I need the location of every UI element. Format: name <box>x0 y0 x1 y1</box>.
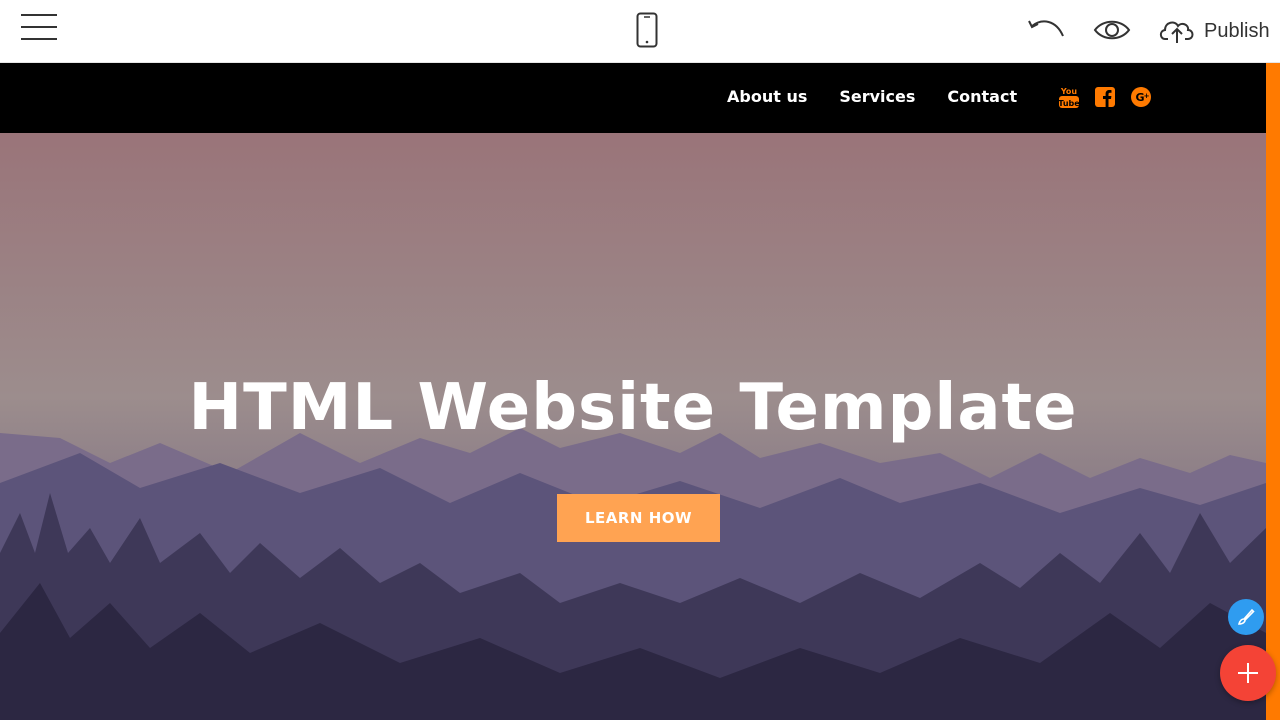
google-plus-icon[interactable]: G + <box>1130 85 1152 109</box>
add-block-button[interactable] <box>1220 645 1276 701</box>
editor-toolbar: Publish <box>0 0 1280 63</box>
publish-button[interactable]: Publish <box>1158 12 1270 50</box>
learn-how-button[interactable]: LEARN HOW <box>557 494 720 542</box>
cloud-upload-icon <box>1158 13 1196 49</box>
editor-side-rail <box>1266 63 1280 720</box>
menu-icon[interactable] <box>21 14 57 44</box>
eye-icon[interactable] <box>1093 14 1131 46</box>
hero-title: HTML Website Template <box>188 371 1078 445</box>
svg-text:Tube: Tube <box>1058 99 1080 108</box>
publish-label: Publish <box>1204 19 1270 42</box>
brush-icon <box>1237 608 1255 625</box>
site-canvas: About us Services Contact You Tube G + H… <box>0 63 1266 720</box>
mobile-device-icon[interactable] <box>636 12 658 48</box>
facebook-icon[interactable] <box>1094 85 1116 109</box>
nav-link-contact[interactable]: Contact <box>947 87 1017 106</box>
youtube-icon[interactable]: You Tube <box>1058 85 1080 109</box>
site-navbar: About us Services Contact You Tube G + <box>0 63 1266 133</box>
svg-text:+: + <box>1144 92 1150 100</box>
nav-link-services[interactable]: Services <box>839 87 915 106</box>
nav-links: About us Services Contact <box>727 87 1017 106</box>
hero-section: HTML Website Template LEARN HOW <box>0 133 1266 720</box>
svg-text:You: You <box>1060 87 1078 96</box>
edit-style-button[interactable] <box>1228 599 1264 635</box>
undo-icon[interactable] <box>1026 14 1066 46</box>
nav-link-about-us[interactable]: About us <box>727 87 807 106</box>
social-icons: You Tube G + <box>1058 85 1152 109</box>
plus-icon <box>1238 663 1258 683</box>
